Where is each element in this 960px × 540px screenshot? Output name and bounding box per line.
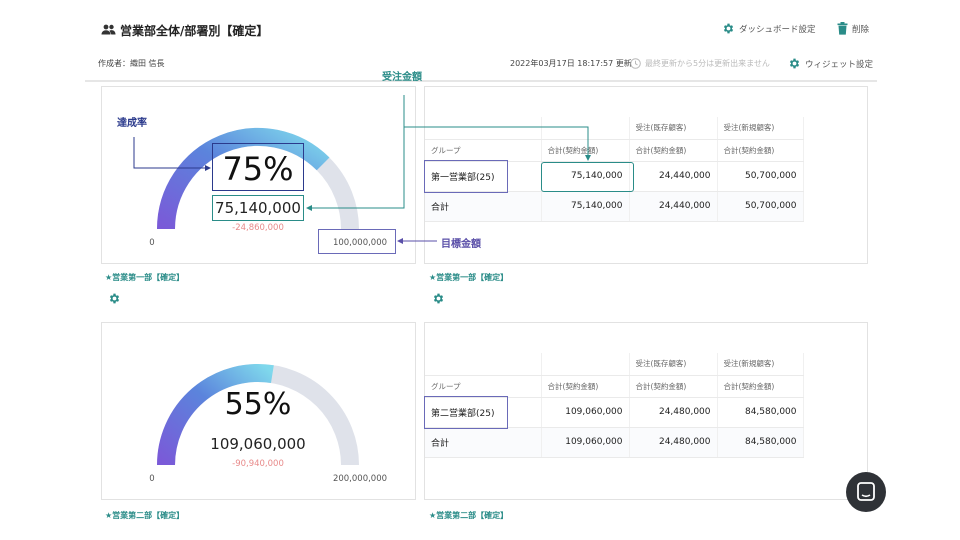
table-cell: 75,140,000: [541, 191, 630, 222]
table-header-cell: [425, 117, 542, 140]
gauge-caption-2: ★営業第二部【確定】: [105, 511, 185, 520]
author-text: 作成者：織田 信長: [98, 59, 165, 68]
table-cell: 50,700,000: [717, 161, 804, 192]
table-cell: 合計: [425, 427, 542, 458]
chat-button[interactable]: [846, 472, 886, 512]
widget-settings-label: ウィジェット設定: [805, 59, 874, 70]
widget-settings-button[interactable]: ウィジェット設定: [788, 57, 873, 70]
table-subheader-row: グループ 合計(契約金額) 合計(契約金額) 合計(契約金額): [425, 375, 804, 398]
delete-button[interactable]: 削除: [837, 22, 869, 35]
table-cell: 109,060,000: [541, 427, 630, 458]
table-header-cell: 合計(契約金額): [717, 139, 804, 162]
clock-icon: [630, 58, 641, 69]
table-header-cell: 受注(既存顧客): [629, 117, 718, 140]
table-cell: 合計: [425, 191, 542, 222]
table-header-cell: [541, 353, 630, 376]
annotation-achievement: 達成率: [117, 118, 147, 129]
dashboard-settings-button[interactable]: ダッシュボード設定: [722, 22, 816, 35]
table-header-cell: 受注(新規顧客): [717, 353, 804, 376]
header-divider: [85, 80, 877, 82]
annotation-target-amount: 目標金額: [441, 239, 481, 250]
annotation-box-table-amount: [541, 162, 634, 192]
annotation-box-group-1: [424, 160, 508, 193]
annotation-box-percent: [212, 143, 304, 191]
gauge-max-2: 200,000,000: [332, 474, 388, 484]
table-subheader-row: グループ 合計(契約金額) 合計(契約金額) 合計(契約金額): [425, 139, 804, 162]
update-note: 最終更新から5分は更新出来ません: [630, 58, 770, 69]
table-header-cell: 受注(既存顧客): [629, 353, 718, 376]
table-header-cell: 合計(契約金額): [629, 139, 718, 162]
table-header-cell: グループ: [425, 139, 542, 162]
gauge-min-2: 0: [149, 474, 155, 484]
delete-label: 削除: [852, 24, 870, 35]
gauge-diff-1: -24,860,000: [232, 223, 284, 233]
gauge-amount-2: 109,060,000: [210, 435, 306, 453]
table-header-cell: 合計(契約金額): [541, 375, 630, 398]
annotation-box-target: [318, 229, 396, 254]
chat-icon: [857, 482, 875, 501]
table-header-cell: [425, 353, 542, 376]
update-note-label: 最終更新から5分は更新出来ません: [645, 59, 770, 68]
updated-timestamp: 2022年03月17日 18:17:57 更新: [510, 59, 632, 68]
gear-icon: [722, 22, 735, 35]
gauge-caption-1: ★営業第一部【確定】: [105, 273, 185, 282]
table-cell: 84,580,000: [717, 397, 804, 428]
gauge-panel-2[interactable]: 55% 109,060,000 -90,940,000 0 200,000,00…: [101, 322, 416, 500]
table-cell: 24,480,000: [629, 397, 718, 428]
annotation-order-amount: 受注金額: [382, 72, 422, 83]
table-caption-1: ★営業第一部【確定】: [429, 273, 509, 282]
table-cell: 24,480,000: [629, 427, 718, 458]
table-cell: 24,440,000: [629, 161, 718, 192]
table-row[interactable]: 合計 109,060,000 24,480,000 84,580,000: [425, 427, 804, 458]
table-header-cell: [541, 117, 630, 140]
table-cell: 84,580,000: [717, 427, 804, 458]
trash-icon: [837, 22, 848, 35]
dashboard-header: 営業部全体/部署別【確定】 ダッシュボード設定 削除 作成者：織田 信長 202…: [85, 0, 877, 70]
gauge-percent-2: 55%: [224, 387, 292, 422]
page-title: 営業部全体/部署別【確定】: [120, 24, 269, 38]
table-cell: 50,700,000: [717, 191, 804, 222]
dashboard-settings-label: ダッシュボード設定: [739, 24, 816, 35]
dashboard-frame: 営業部全体/部署別【確定】 ダッシュボード設定 削除 作成者：織田 信長 202…: [85, 0, 877, 524]
gear-icon[interactable]: [108, 292, 121, 305]
table-header-row: 受注(既存顧客) 受注(新規顧客): [425, 117, 804, 140]
table-cell: 24,440,000: [629, 191, 718, 222]
table-header-cell: グループ: [425, 375, 542, 398]
gear-icon: [788, 57, 801, 70]
table-caption-2: ★営業第二部【確定】: [429, 511, 509, 520]
table-header-row: 受注(既存顧客) 受注(新規顧客): [425, 353, 804, 376]
table-cell: 109,060,000: [541, 397, 630, 428]
annotation-box-amount: [212, 195, 304, 221]
table-header-cell: 合計(契約金額): [717, 375, 804, 398]
annotation-box-group-2: [424, 396, 508, 429]
gauge-min-1: 0: [149, 238, 155, 248]
table-header-cell: 合計(契約金額): [629, 375, 718, 398]
table-header-cell: 受注(新規顧客): [717, 117, 804, 140]
gear-icon[interactable]: [432, 292, 445, 305]
gauge-diff-2: -90,940,000: [232, 459, 284, 469]
table-header-cell: 合計(契約金額): [541, 139, 630, 162]
users-icon: [101, 24, 116, 35]
table-row[interactable]: 合計 75,140,000 24,440,000 50,700,000: [425, 191, 804, 222]
